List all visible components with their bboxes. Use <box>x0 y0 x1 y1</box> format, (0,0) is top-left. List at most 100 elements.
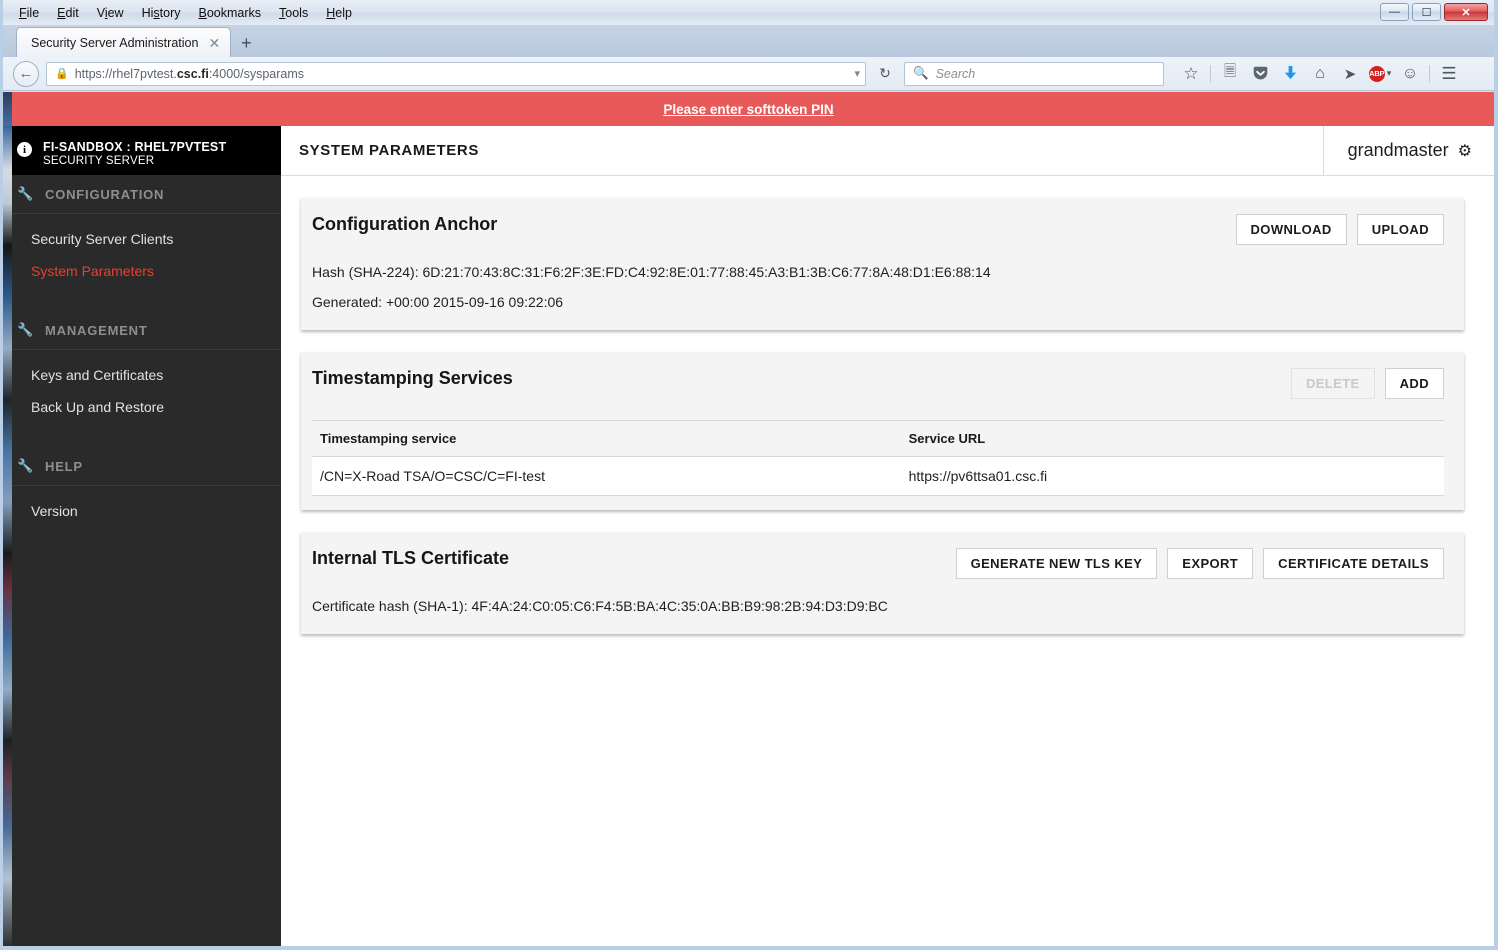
tab-close-icon[interactable]: ✕ <box>208 36 220 50</box>
sidebar: i FI-SANDBOX : RHEL7PVTEST SECURITY SERV… <box>3 126 281 946</box>
upload-button[interactable]: UPLOAD <box>1356 214 1444 245</box>
menu-bookmarks[interactable]: Bookmarks <box>190 3 271 23</box>
sidebar-item-back-up-and-restore[interactable]: Back Up and Restore <box>3 391 281 423</box>
menu-tools[interactable]: Tools <box>270 3 317 23</box>
sidebar-section-management: 🔧 MANAGEMENT <box>3 311 281 350</box>
column-header-service: Timestamping service <box>312 420 901 457</box>
address-bar[interactable]: 🔒 https://rhel7pvtest.csc.fi:4000/syspar… <box>46 61 866 86</box>
sidebar-group-management: Keys and Certificates Back Up and Restor… <box>3 350 281 447</box>
cell-url: https://pv6ttsa01.csc.fi <box>900 456 1444 496</box>
reload-icon[interactable]: ↻ <box>873 62 897 86</box>
tls-certificate-hash-text: Certificate hash (SHA-1): 4F:4A:24:C0:05… <box>312 598 888 614</box>
certificate-details-button[interactable]: CERTIFICATE DETAILS <box>1263 548 1444 579</box>
gear-icon[interactable]: ⚙ <box>1458 141 1472 161</box>
maximize-button[interactable]: ☐ <box>1412 3 1441 21</box>
home-icon[interactable]: ⌂ <box>1306 61 1334 87</box>
toolbar-icons: ☆ 🗏 ⌂ ➤ ABP ▾ ☺ ☰ <box>1177 61 1463 87</box>
sidebar-section-configuration: 🔧 CONFIGURATION <box>3 175 281 214</box>
content-header: SYSTEM PARAMETERS grandmaster ⚙ <box>281 125 1494 176</box>
timestamping-services-panel: Timestamping Services DELETE ADD Timesta… <box>301 352 1464 510</box>
delete-button[interactable]: DELETE <box>1290 368 1375 399</box>
panel-actions: DOWNLOAD UPLOAD <box>1235 214 1444 245</box>
hamburger-menu-icon[interactable]: ☰ <box>1435 61 1463 87</box>
panel-header: Internal TLS Certificate GENERATE NEW TL… <box>312 548 1444 582</box>
softtoken-pin-notice: Please enter softtoken PIN <box>3 92 1494 126</box>
table-header-row: Timestamping service Service URL <box>312 420 1444 457</box>
panel-header: Configuration Anchor DOWNLOAD UPLOAD <box>312 214 1444 248</box>
toolbar-divider <box>1429 64 1430 83</box>
cell-service: /CN=X-Road TSA/O=CSC/C=FI-test <box>312 456 901 496</box>
tab-security-server-administration[interactable]: Security Server Administration ✕ <box>16 27 232 57</box>
sidebar-server-role: SECURITY SERVER <box>43 155 155 168</box>
panel-title: Internal TLS Certificate <box>312 548 510 568</box>
window-controls: — ☐ ✕ <box>1380 3 1488 21</box>
send-tab-icon[interactable]: ➤ <box>1336 61 1364 87</box>
title-bar: File Edit View History Bookmarks Tools H… <box>3 0 1494 25</box>
wrench-icon: 🔧 <box>17 186 34 201</box>
add-button[interactable]: ADD <box>1384 368 1444 399</box>
configuration-anchor-panel: Configuration Anchor DOWNLOAD UPLOAD Has… <box>301 198 1464 330</box>
lock-icon: 🔒 <box>55 68 69 80</box>
pocket-icon[interactable] <box>1246 61 1274 87</box>
menu-help[interactable]: Help <box>317 3 361 23</box>
search-placeholder: Search <box>935 66 976 81</box>
column-header-url: Service URL <box>900 420 1444 457</box>
tab-label: Security Server Administration <box>31 35 199 50</box>
new-tab-button[interactable]: + <box>241 34 252 52</box>
generate-new-tls-key-button[interactable]: GENERATE NEW TLS KEY <box>955 548 1158 579</box>
sidebar-section-label: CONFIGURATION <box>45 186 165 202</box>
panels-container: Configuration Anchor DOWNLOAD UPLOAD Has… <box>281 176 1494 634</box>
sidebar-section-label: HELP <box>45 458 83 474</box>
sidebar-header: i FI-SANDBOX : RHEL7PVTEST SECURITY SERV… <box>3 126 281 175</box>
sidebar-section-help: 🔧 HELP <box>3 447 281 486</box>
download-button[interactable]: DOWNLOAD <box>1235 214 1347 245</box>
screenshot-edge-artifact <box>3 92 12 946</box>
enter-softtoken-pin-link[interactable]: Please enter softtoken PIN <box>663 102 833 117</box>
close-button[interactable]: ✕ <box>1444 3 1488 21</box>
export-button[interactable]: EXPORT <box>1167 548 1254 579</box>
wrench-icon: 🔧 <box>17 322 34 337</box>
info-icon: i <box>17 142 32 157</box>
user-menu[interactable]: grandmaster ⚙ <box>1322 125 1494 176</box>
internal-tls-certificate-panel: Internal TLS Certificate GENERATE NEW TL… <box>301 532 1464 634</box>
minimize-button[interactable]: — <box>1380 3 1409 21</box>
bookmark-star-icon[interactable]: ☆ <box>1177 61 1205 87</box>
back-icon[interactable]: ← <box>13 60 39 87</box>
chevron-down-icon[interactable]: ▾ <box>854 67 860 80</box>
chat-icon[interactable]: ☺ <box>1396 61 1424 87</box>
page-title: SYSTEM PARAMETERS <box>299 142 479 159</box>
url-text: https://rhel7pvtest.csc.fi:4000/sysparam… <box>74 66 304 81</box>
menu-bar: File Edit View History Bookmarks Tools H… <box>3 3 361 23</box>
panel-header: Timestamping Services DELETE ADD <box>312 368 1444 402</box>
menu-file[interactable]: File <box>10 3 48 23</box>
panel-actions: DELETE ADD <box>1290 368 1444 399</box>
sidebar-item-keys-and-certificates[interactable]: Keys and Certificates <box>3 359 281 391</box>
timestamping-services-table: Timestamping service Service URL /CN=X-R… <box>312 420 1444 496</box>
wrench-icon: 🔧 <box>17 458 34 473</box>
table-row[interactable]: /CN=X-Road TSA/O=CSC/C=FI-test https://p… <box>312 456 1444 496</box>
adblock-plus-icon[interactable]: ABP ▾ <box>1366 61 1394 87</box>
sidebar-section-label: MANAGEMENT <box>45 322 148 338</box>
sidebar-item-system-parameters[interactable]: System Parameters <box>3 255 281 287</box>
browser-window: File Edit View History Bookmarks Tools H… <box>0 0 1498 950</box>
downloads-icon[interactable] <box>1276 61 1304 87</box>
page-viewport: Please enter softtoken PIN i FI-SANDBOX … <box>3 92 1494 946</box>
sidebar-group-configuration: Security Server Clients System Parameter… <box>3 214 281 311</box>
search-input[interactable]: 🔍 Search <box>904 61 1164 86</box>
sidebar-item-version[interactable]: Version <box>3 495 281 527</box>
sidebar-group-help: Version <box>3 486 281 551</box>
reader-list-icon[interactable]: 🗏 <box>1216 61 1244 87</box>
menu-history[interactable]: History <box>133 3 190 23</box>
chevron-down-icon: ▾ <box>1386 68 1392 78</box>
sidebar-item-security-server-clients[interactable]: Security Server Clients <box>3 223 281 255</box>
abp-badge: ABP <box>1368 65 1385 82</box>
panel-actions: GENERATE NEW TLS KEY EXPORT CERTIFICATE … <box>955 548 1444 579</box>
menu-view[interactable]: View <box>88 3 133 23</box>
panel-title: Timestamping Services <box>312 368 513 388</box>
search-icon: 🔍 <box>913 66 929 80</box>
toolbar-divider <box>1210 64 1211 83</box>
username-label: grandmaster <box>1347 140 1449 160</box>
anchor-hash-text: Hash (SHA-224): 6D:21:70:43:8C:31:F6:2F:… <box>312 264 991 280</box>
main-content: SYSTEM PARAMETERS grandmaster ⚙ Configur… <box>281 125 1494 946</box>
menu-edit[interactable]: Edit <box>48 3 88 23</box>
